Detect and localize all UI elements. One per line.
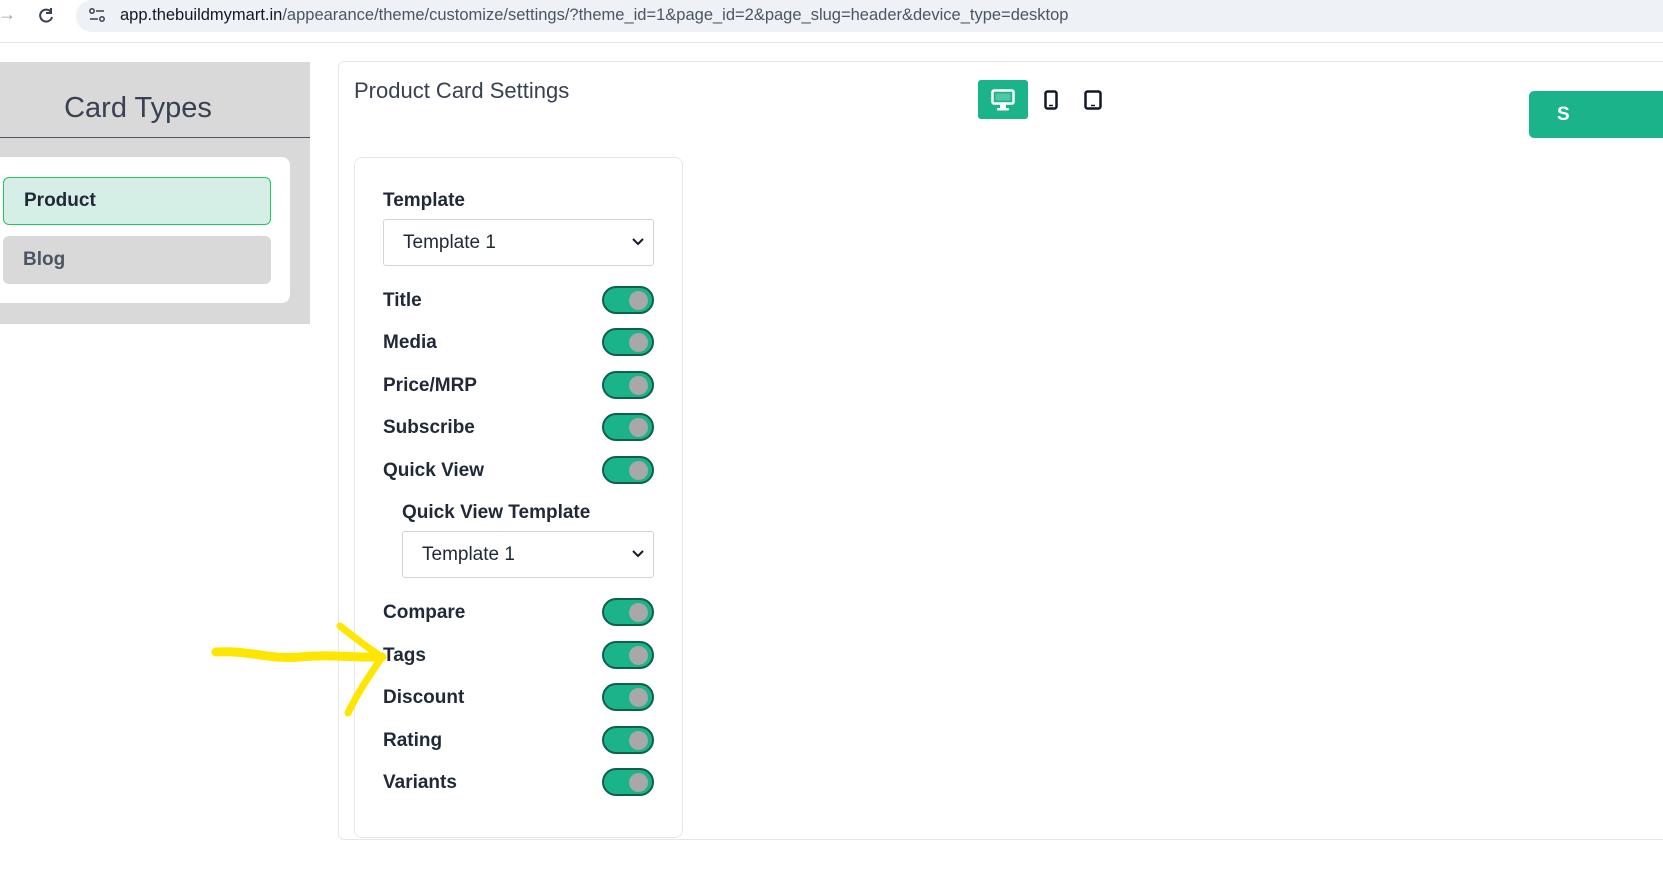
toggle-knob [629,646,648,665]
toggle-knob [629,461,648,480]
toggle-label-price-mrp: Price/MRP [383,375,477,396]
url-host: app.thebuildmymart.in [120,6,283,24]
tags-toggle[interactable] [602,641,654,669]
desktop-icon [991,88,1015,110]
toggle-label-quick-view: Quick View [383,460,485,481]
template-label: Template [383,190,466,211]
toggle-knob [629,688,648,707]
toggle-label-rating: Rating [383,730,443,751]
toggle-label-subscribe: Subscribe [383,417,475,438]
discount-toggle[interactable] [602,683,654,711]
page-title: Product Card Settings [354,78,570,103]
card-types-title: Card Types [64,92,212,124]
title-toggle[interactable] [602,286,654,314]
card-type-blog[interactable]: Blog [3,236,271,284]
browser-toolbar: → app.thebuildmymart.in/appearance/theme… [0,0,1663,43]
toggle-label-media: Media [383,332,437,353]
forward-arrow-icon[interactable]: → [0,4,16,25]
template-select-value: Template 1 [403,232,496,253]
toggle-knob [629,773,648,792]
toggle-knob [629,418,648,437]
chevron-down-icon [632,550,644,558]
device-desktop-button[interactable] [978,80,1028,119]
subscribe-toggle[interactable] [602,413,654,441]
toggle-label-variants: Variants [383,772,457,793]
price-mrp-toggle[interactable] [602,371,654,399]
save-button[interactable]: S [1529,91,1663,138]
toggle-knob [629,291,648,310]
toggle-label-title: Title [383,290,422,311]
chevron-down-icon [632,238,644,246]
compare-toggle[interactable] [602,598,654,626]
divider [0,137,310,138]
mobile-icon [1044,89,1058,110]
toggle-knob [629,333,648,352]
tablet-icon [1084,89,1102,110]
toggle-label-tags: Tags [383,645,426,666]
quick-view-template-label: Quick View Template [402,502,591,523]
toggle-label-compare: Compare [383,602,466,623]
toggle-knob [629,603,648,622]
toggle-knob [629,376,648,395]
template-select[interactable]: Template 1 [383,219,654,266]
toggle-label-discount: Discount [383,687,465,708]
rating-toggle[interactable] [602,726,654,754]
url-path: /appearance/theme/customize/settings/?th… [282,6,1069,24]
quick-view-template-select[interactable]: Template 1 [402,531,654,578]
site-settings-icon[interactable] [88,6,106,24]
reload-icon[interactable] [36,6,56,26]
device-tablet-button[interactable] [1068,80,1118,119]
toggle-knob [629,731,648,750]
quick-view-toggle[interactable] [602,456,654,484]
media-toggle[interactable] [602,328,654,356]
variants-toggle[interactable] [602,768,654,796]
url-text[interactable]: app.thebuildmymart.in/appearance/theme/c… [120,6,1069,25]
quick-view-template-value: Template 1 [422,544,515,565]
card-type-product[interactable]: Product [3,177,271,225]
